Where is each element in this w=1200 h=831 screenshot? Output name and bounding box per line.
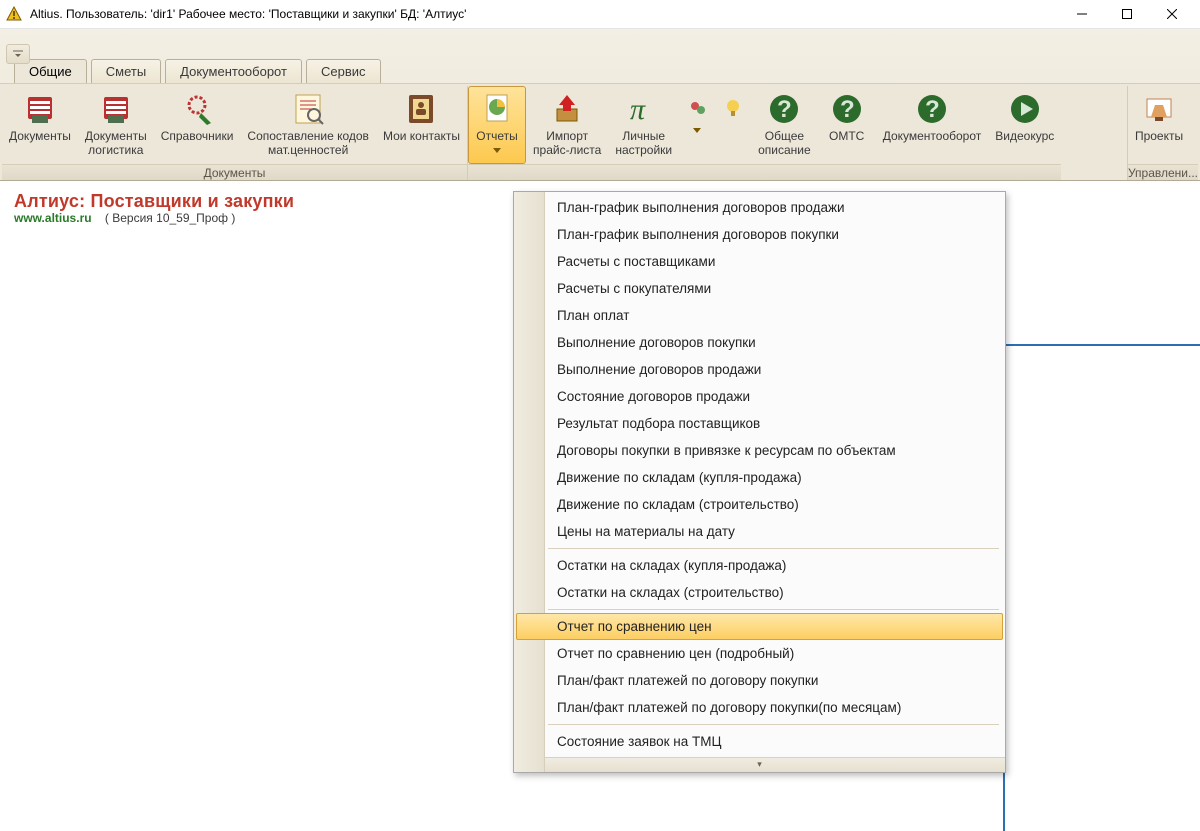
dd-item-tmc-state[interactable]: Состояние заявок на ТМЦ [546, 728, 1003, 755]
dd-item-price-compare-detailed[interactable]: Отчет по сравнению цен (подробный) [546, 640, 1003, 667]
dropdown-separator [548, 724, 999, 725]
reports-dropdown: План-график выполнения договоров продажи… [513, 191, 1006, 773]
window-title: Altius. Пользователь: 'dir1' Рабочее мес… [30, 7, 1059, 21]
settings-small-icon [686, 97, 708, 119]
help-icon: ? [829, 91, 865, 127]
dd-item-contracts-resources[interactable]: Договоры покупки в привязке к ресурсам п… [546, 437, 1003, 464]
dd-item-planfact-purchase-month[interactable]: План/факт платежей по договору покупки(п… [546, 694, 1003, 721]
dropdown-separator [548, 548, 999, 549]
title-bar: Altius. Пользователь: 'dir1' Рабочее мес… [0, 0, 1200, 29]
dropdown-separator [548, 609, 999, 610]
contacts-button[interactable]: Мои контакты [376, 86, 467, 164]
contacts-label: Мои контакты [383, 129, 460, 143]
quick-access-dropdown[interactable] [6, 44, 30, 64]
ribbon-group-documents-label: Документы [2, 164, 467, 180]
chevron-down-icon [693, 121, 701, 136]
svg-text:?: ? [925, 96, 940, 123]
projects-button[interactable]: Проекты [1128, 86, 1190, 164]
import-label: Импорт прайс-листа [533, 129, 601, 157]
minimize-button[interactable] [1059, 0, 1104, 28]
ribbon-group-manage-label: Управлени... [1128, 164, 1198, 180]
svg-text:?: ? [840, 96, 855, 123]
product-site: www.altius.ru [14, 211, 92, 225]
projects-icon [1141, 91, 1177, 127]
help-icon: ? [914, 91, 950, 127]
sopost-icon [290, 91, 326, 127]
ribbon-group-manage: Проекты Управлени... [1127, 86, 1198, 180]
bulb-icon [722, 97, 744, 119]
contacts-icon [403, 91, 439, 127]
reports-icon [479, 91, 515, 127]
dd-item-plan-purchase[interactable]: План-график выполнения договоров покупки [546, 221, 1003, 248]
tab-estimates[interactable]: Сметы [91, 59, 161, 83]
dd-item-state-sales[interactable]: Состояние договоров продажи [546, 383, 1003, 410]
product-version: ( Версия 10_59_Проф ) [105, 211, 235, 225]
import-icon [549, 91, 585, 127]
dd-item-price-compare[interactable]: Отчет по сравнению цен [516, 613, 1003, 640]
dd-item-settle-buyers[interactable]: Расчеты с покупателями [546, 275, 1003, 302]
dd-item-exec-sales[interactable]: Выполнение договоров продажи [546, 356, 1003, 383]
ribbon-group-documents: Документы Документы логистика Справочник… [2, 86, 468, 180]
tab-service[interactable]: Сервис [306, 59, 381, 83]
refs-label: Справочники [161, 129, 234, 143]
ribbon-group-middle-label [468, 164, 1061, 180]
documents-logistics-icon [98, 91, 134, 127]
documents-logistics-label: Документы логистика [85, 129, 147, 157]
documents-logistics-button[interactable]: Документы логистика [78, 86, 154, 164]
dropdown-scroll-indicator[interactable]: ▾ [514, 757, 1005, 772]
projects-label: Проекты [1135, 129, 1183, 143]
docflow-button[interactable]: ? Документооборот [876, 86, 989, 164]
dd-item-balance-build[interactable]: Остатки на складах (строительство) [546, 579, 1003, 606]
dd-item-balance-trade[interactable]: Остатки на складах (купля-продажа) [546, 552, 1003, 579]
dd-item-prices-date[interactable]: Цены на материалы на дату [546, 518, 1003, 545]
dd-item-suppliers-result[interactable]: Результат подбора поставщиков [546, 410, 1003, 437]
ribbon-content: Документы Документы логистика Справочник… [0, 83, 1200, 180]
general-desc-button[interactable]: ? Общее описание [751, 86, 818, 164]
documents-button[interactable]: Документы [2, 86, 78, 164]
import-button[interactable]: Импорт прайс-листа [526, 86, 608, 164]
omts-label: ОМТС [829, 129, 864, 143]
ribbon-group-middle: Отчеты Импорт прайс-листа π Личные настр… [468, 86, 1061, 180]
dd-item-settle-suppliers[interactable]: Расчеты с поставщиками [546, 248, 1003, 275]
dd-item-planfact-purchase[interactable]: План/факт платежей по договору покупки [546, 667, 1003, 694]
docflow-label: Документооборот [883, 129, 982, 143]
sopost-button[interactable]: Сопоставление кодов мат.ценностей [240, 86, 376, 164]
settings-small-button[interactable] [679, 86, 715, 164]
refs-button[interactable]: Справочники [154, 86, 241, 164]
dd-item-stock-trade[interactable]: Движение по складам (купля-продажа) [546, 464, 1003, 491]
docked-panel[interactable] [1003, 344, 1200, 831]
svg-text:π: π [630, 93, 646, 126]
personal-button[interactable]: π Личные настройки [608, 86, 679, 164]
personal-label: Личные настройки [615, 129, 672, 157]
ribbon-tabs: Общие Сметы Документооборот Сервис [0, 59, 1200, 83]
general-desc-label: Общее описание [758, 129, 811, 157]
refs-icon [179, 91, 215, 127]
svg-text:?: ? [777, 96, 792, 123]
tab-docflow[interactable]: Документооборот [165, 59, 302, 83]
bulb-button[interactable] [715, 86, 751, 164]
app-icon [6, 6, 22, 22]
reports-button[interactable]: Отчеты [468, 86, 526, 164]
dd-item-plan-sales[interactable]: План-график выполнения договоров продажи [546, 194, 1003, 221]
documents-label: Документы [9, 129, 71, 143]
dd-item-payment-plan[interactable]: План оплат [546, 302, 1003, 329]
close-button[interactable] [1149, 0, 1194, 28]
video-label: Видеокурс [995, 129, 1054, 143]
play-icon [1007, 91, 1043, 127]
sopost-label: Сопоставление кодов мат.ценностей [247, 129, 369, 157]
maximize-button[interactable] [1104, 0, 1149, 28]
chevron-down-icon [493, 141, 501, 156]
dd-item-stock-build[interactable]: Движение по складам (строительство) [546, 491, 1003, 518]
pi-icon: π [626, 91, 662, 127]
video-button[interactable]: Видеокурс [988, 86, 1061, 164]
documents-icon [22, 91, 58, 127]
omts-button[interactable]: ? ОМТС [818, 86, 876, 164]
ribbon: Общие Сметы Документооборот Сервис Докум… [0, 29, 1200, 181]
help-icon: ? [766, 91, 802, 127]
dd-item-exec-purchase[interactable]: Выполнение договоров покупки [546, 329, 1003, 356]
